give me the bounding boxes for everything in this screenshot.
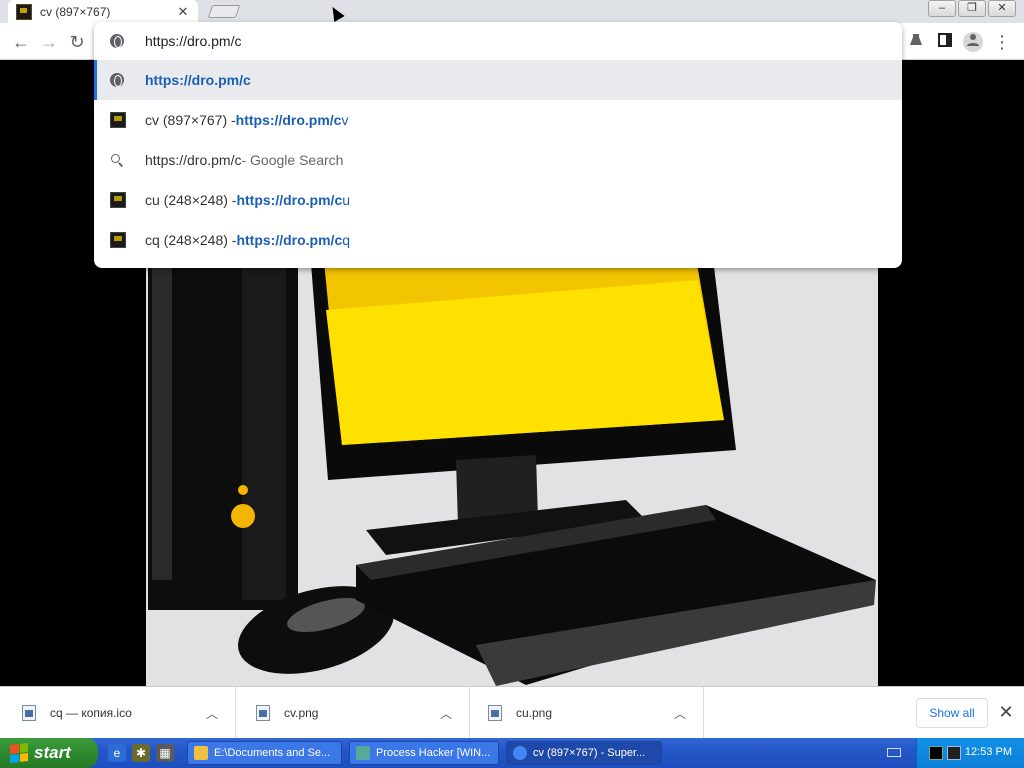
- search-icon: [110, 153, 124, 167]
- windows-logo-icon: [10, 743, 28, 763]
- taskbar-item-label: E:\Documents and Se...: [214, 747, 331, 759]
- image-thumbnail-icon: [110, 112, 126, 128]
- chevron-up-icon[interactable]: ︿: [439, 705, 453, 722]
- suggestion-url-rest: q: [342, 232, 351, 248]
- taskbar-item-label: Process Hacker [WIN...: [376, 747, 491, 759]
- download-filename: cq — копия.ico: [50, 706, 132, 720]
- menu-button[interactable]: ⋮: [992, 32, 1012, 52]
- taskbar: start e ✱ ▦ E:\Documents and Se... Proce…: [0, 738, 1024, 768]
- suggestion-url-rest: v: [341, 112, 349, 128]
- network-icon[interactable]: [947, 746, 961, 760]
- folder-icon: [194, 746, 208, 760]
- back-button[interactable]: ←: [10, 31, 32, 53]
- download-item[interactable]: cq — копия.ico ︿: [0, 687, 236, 739]
- forward-button[interactable]: →: [38, 31, 60, 53]
- profile-avatar-icon[interactable]: [963, 32, 983, 52]
- file-png-icon: [256, 705, 270, 721]
- suggestion-query: https://dro.pm/c: [145, 152, 242, 168]
- keyboard-icon[interactable]: [887, 748, 901, 757]
- system-tray: 12:53 PM: [887, 738, 1024, 768]
- tab-active[interactable]: cv (897×767) ✕: [8, 0, 198, 23]
- sidebar-icon[interactable]: [935, 32, 955, 52]
- address-bar[interactable]: https://dro.pm/c: [94, 22, 902, 60]
- suggestion-url-rest: u: [342, 192, 351, 208]
- suggestion-url-text: https://dro.pm/c: [236, 232, 343, 248]
- tab-favicon-icon: [16, 3, 32, 20]
- new-tab-button[interactable]: [207, 5, 241, 18]
- close-shelf-icon[interactable]: ✕: [997, 701, 1015, 723]
- suggestion-url[interactable]: https://dro.pm/c: [94, 60, 902, 100]
- download-item[interactable]: cu.png ︿: [470, 687, 704, 739]
- minimize-button[interactable]: –: [928, 0, 956, 17]
- quicklaunch-icon[interactable]: ▦: [156, 744, 174, 762]
- image-thumbnail-icon: [110, 192, 126, 208]
- omnibox-dropdown: https://dro.pm/c https://dro.pm/c cv (89…: [94, 22, 902, 268]
- start-label: start: [34, 743, 71, 762]
- close-window-button[interactable]: ✕: [988, 0, 1016, 17]
- show-all-button[interactable]: Show all: [916, 698, 988, 728]
- suggestion-url-text: https://dro.pm/c: [235, 112, 342, 128]
- suggestion-search-suffix: - Google Search: [241, 152, 344, 168]
- chevron-up-icon[interactable]: ︿: [673, 705, 687, 722]
- suggestion-url-text: https://dro.pm/c: [145, 72, 251, 88]
- internet-explorer-icon[interactable]: e: [108, 744, 126, 762]
- suggestion-title: cq (248×248) -: [145, 232, 237, 248]
- globe-icon: [110, 34, 124, 48]
- reload-button[interactable]: ↻: [66, 31, 88, 53]
- start-button[interactable]: start: [0, 738, 98, 768]
- download-filename: cu.png: [516, 706, 553, 720]
- process-hacker-icon: [356, 746, 370, 760]
- suggestion-page-cv[interactable]: cv (897×767) - https://dro.pm/cv: [94, 100, 902, 140]
- chevron-up-icon[interactable]: ︿: [205, 705, 219, 722]
- suggestion-search[interactable]: https://dro.pm/c - Google Search: [94, 140, 902, 180]
- file-ico-icon: [22, 705, 36, 721]
- suggestion-title: cv (897×767) -: [145, 112, 236, 128]
- quicklaunch-icon[interactable]: ✱: [132, 744, 150, 762]
- taskbar-item[interactable]: E:\Documents and Se...: [187, 741, 342, 765]
- restore-button[interactable]: ❐: [958, 0, 986, 17]
- file-png-icon: [488, 705, 502, 721]
- globe-icon: [110, 73, 124, 87]
- suggestion-page-cu[interactable]: cu (248×248) - https://dro.pm/cu: [94, 180, 902, 220]
- address-input[interactable]: https://dro.pm/c: [145, 33, 241, 49]
- browser-icon: [513, 746, 527, 760]
- taskbar-item-label: cv (897×767) - Super...: [533, 747, 646, 759]
- download-item[interactable]: cv.png ︿: [236, 687, 470, 739]
- extension-icon[interactable]: [906, 32, 926, 52]
- clock[interactable]: 12:53 PM: [965, 746, 1012, 758]
- tab-strip: cv (897×767) ✕ – ❐ ✕: [0, 0, 1024, 23]
- cpu-graph-icon[interactable]: [929, 746, 943, 760]
- image-thumbnail-icon: [110, 232, 126, 248]
- download-filename: cv.png: [284, 706, 319, 720]
- taskbar-item-active[interactable]: cv (897×767) - Super...: [506, 741, 662, 765]
- downloads-shelf: cq — копия.ico ︿ cv.png ︿ cu.png ︿ Show …: [0, 686, 1024, 739]
- tab-close-icon[interactable]: ✕: [176, 4, 190, 20]
- suggestion-title: cu (248×248) -: [145, 192, 237, 208]
- tab-title: cv (897×767): [40, 4, 111, 19]
- suggestion-page-cq[interactable]: cq (248×248) - https://dro.pm/cq: [94, 220, 902, 260]
- suggestion-url-text: https://dro.pm/c: [236, 192, 343, 208]
- taskbar-item[interactable]: Process Hacker [WIN...: [349, 741, 499, 765]
- window-controls: – ❐ ✕: [928, 0, 1016, 18]
